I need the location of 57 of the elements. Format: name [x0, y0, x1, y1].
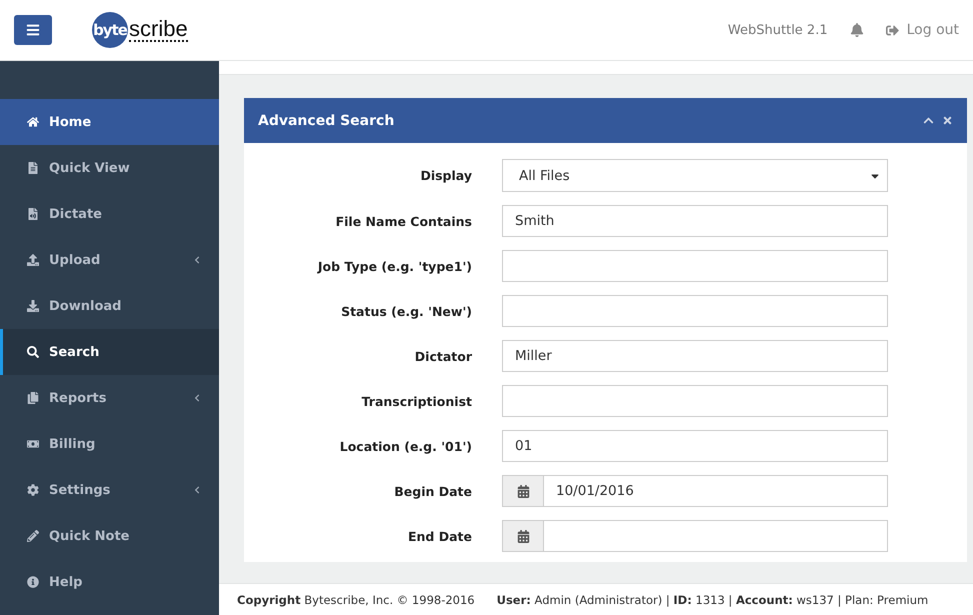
calendar-icon: [516, 484, 530, 498]
date-field[interactable]: 10/01/2016: [543, 475, 888, 507]
field-label: Job Type (e.g. 'type1'): [316, 258, 472, 274]
sidebar-item[interactable]: Quick Note: [0, 513, 219, 559]
field-label: Begin Date: [393, 484, 472, 498]
pencil-icon: [27, 530, 39, 542]
info-icon: [27, 576, 39, 588]
sidebar-item[interactable]: Dictate: [0, 191, 219, 237]
copyright-text: Copyright Bytescribe, Inc. © 1998-2016: [237, 592, 475, 606]
sidebar-item[interactable]: Quick View: [0, 145, 219, 191]
home-icon: [27, 116, 39, 128]
upload-icon: [27, 254, 39, 266]
logout-icon: [886, 24, 899, 36]
calendar-button[interactable]: [502, 520, 543, 552]
bell-icon[interactable]: [850, 23, 864, 37]
calendar-icon: [516, 530, 530, 542]
panel-title: Advanced Search: [258, 112, 396, 128]
audio-file-icon: [27, 208, 39, 220]
sidebar-item[interactable]: Reports: [0, 375, 219, 421]
close-icon[interactable]: [942, 115, 953, 126]
field-label: Location (e.g. '01'): [338, 438, 472, 454]
sidebar-item[interactable]: Upload: [0, 237, 219, 283]
sidebar-item[interactable]: Home: [0, 99, 219, 145]
input-field[interactable]: [502, 250, 888, 282]
date-field[interactable]: [543, 520, 888, 552]
collapse-icon[interactable]: [923, 115, 934, 126]
input-field[interactable]: [502, 295, 888, 327]
menu-button[interactable]: [14, 15, 52, 45]
sidebar-item[interactable]: Search: [0, 329, 219, 375]
menu-icon: [26, 23, 40, 37]
sidebar-item[interactable]: Billing: [0, 421, 219, 467]
settings-icon: [27, 484, 39, 496]
input-field[interactable]: [502, 385, 888, 417]
input-field[interactable]: 01: [502, 430, 888, 462]
sidebar-item[interactable]: Settings: [0, 467, 219, 513]
field-label: Dictator: [414, 348, 472, 364]
download-icon: [27, 300, 39, 312]
money-icon: [27, 438, 39, 450]
logo-mark: byte: [92, 12, 128, 48]
field-label: File Name Contains: [334, 214, 472, 228]
input-field[interactable]: Smith: [502, 205, 888, 237]
field-label: End Date: [406, 528, 472, 544]
user-info-text: User: Admin (Administrator) | ID: 1313 | Account: ws137 | Plan: Premium: [496, 592, 928, 606]
logo-text: scribe: [129, 18, 188, 42]
app-version: WebShuttle 2.1: [728, 22, 828, 38]
field-label: Transcriptionist: [360, 394, 472, 408]
sidebar-item[interactable]: Download: [0, 283, 219, 329]
calendar-button[interactable]: [502, 475, 543, 507]
document-icon: [27, 162, 39, 174]
field-label: Display: [419, 168, 472, 183]
logout-link[interactable]: Log out: [886, 22, 959, 38]
field-label: Status (e.g. 'New'): [340, 304, 472, 318]
copy-icon: [27, 392, 39, 404]
input-field[interactable]: Miller: [502, 340, 888, 372]
search-icon: [27, 346, 39, 358]
display-dropdown[interactable]: All Files: [502, 159, 888, 192]
sidebar-item[interactable]: Help: [0, 559, 219, 605]
